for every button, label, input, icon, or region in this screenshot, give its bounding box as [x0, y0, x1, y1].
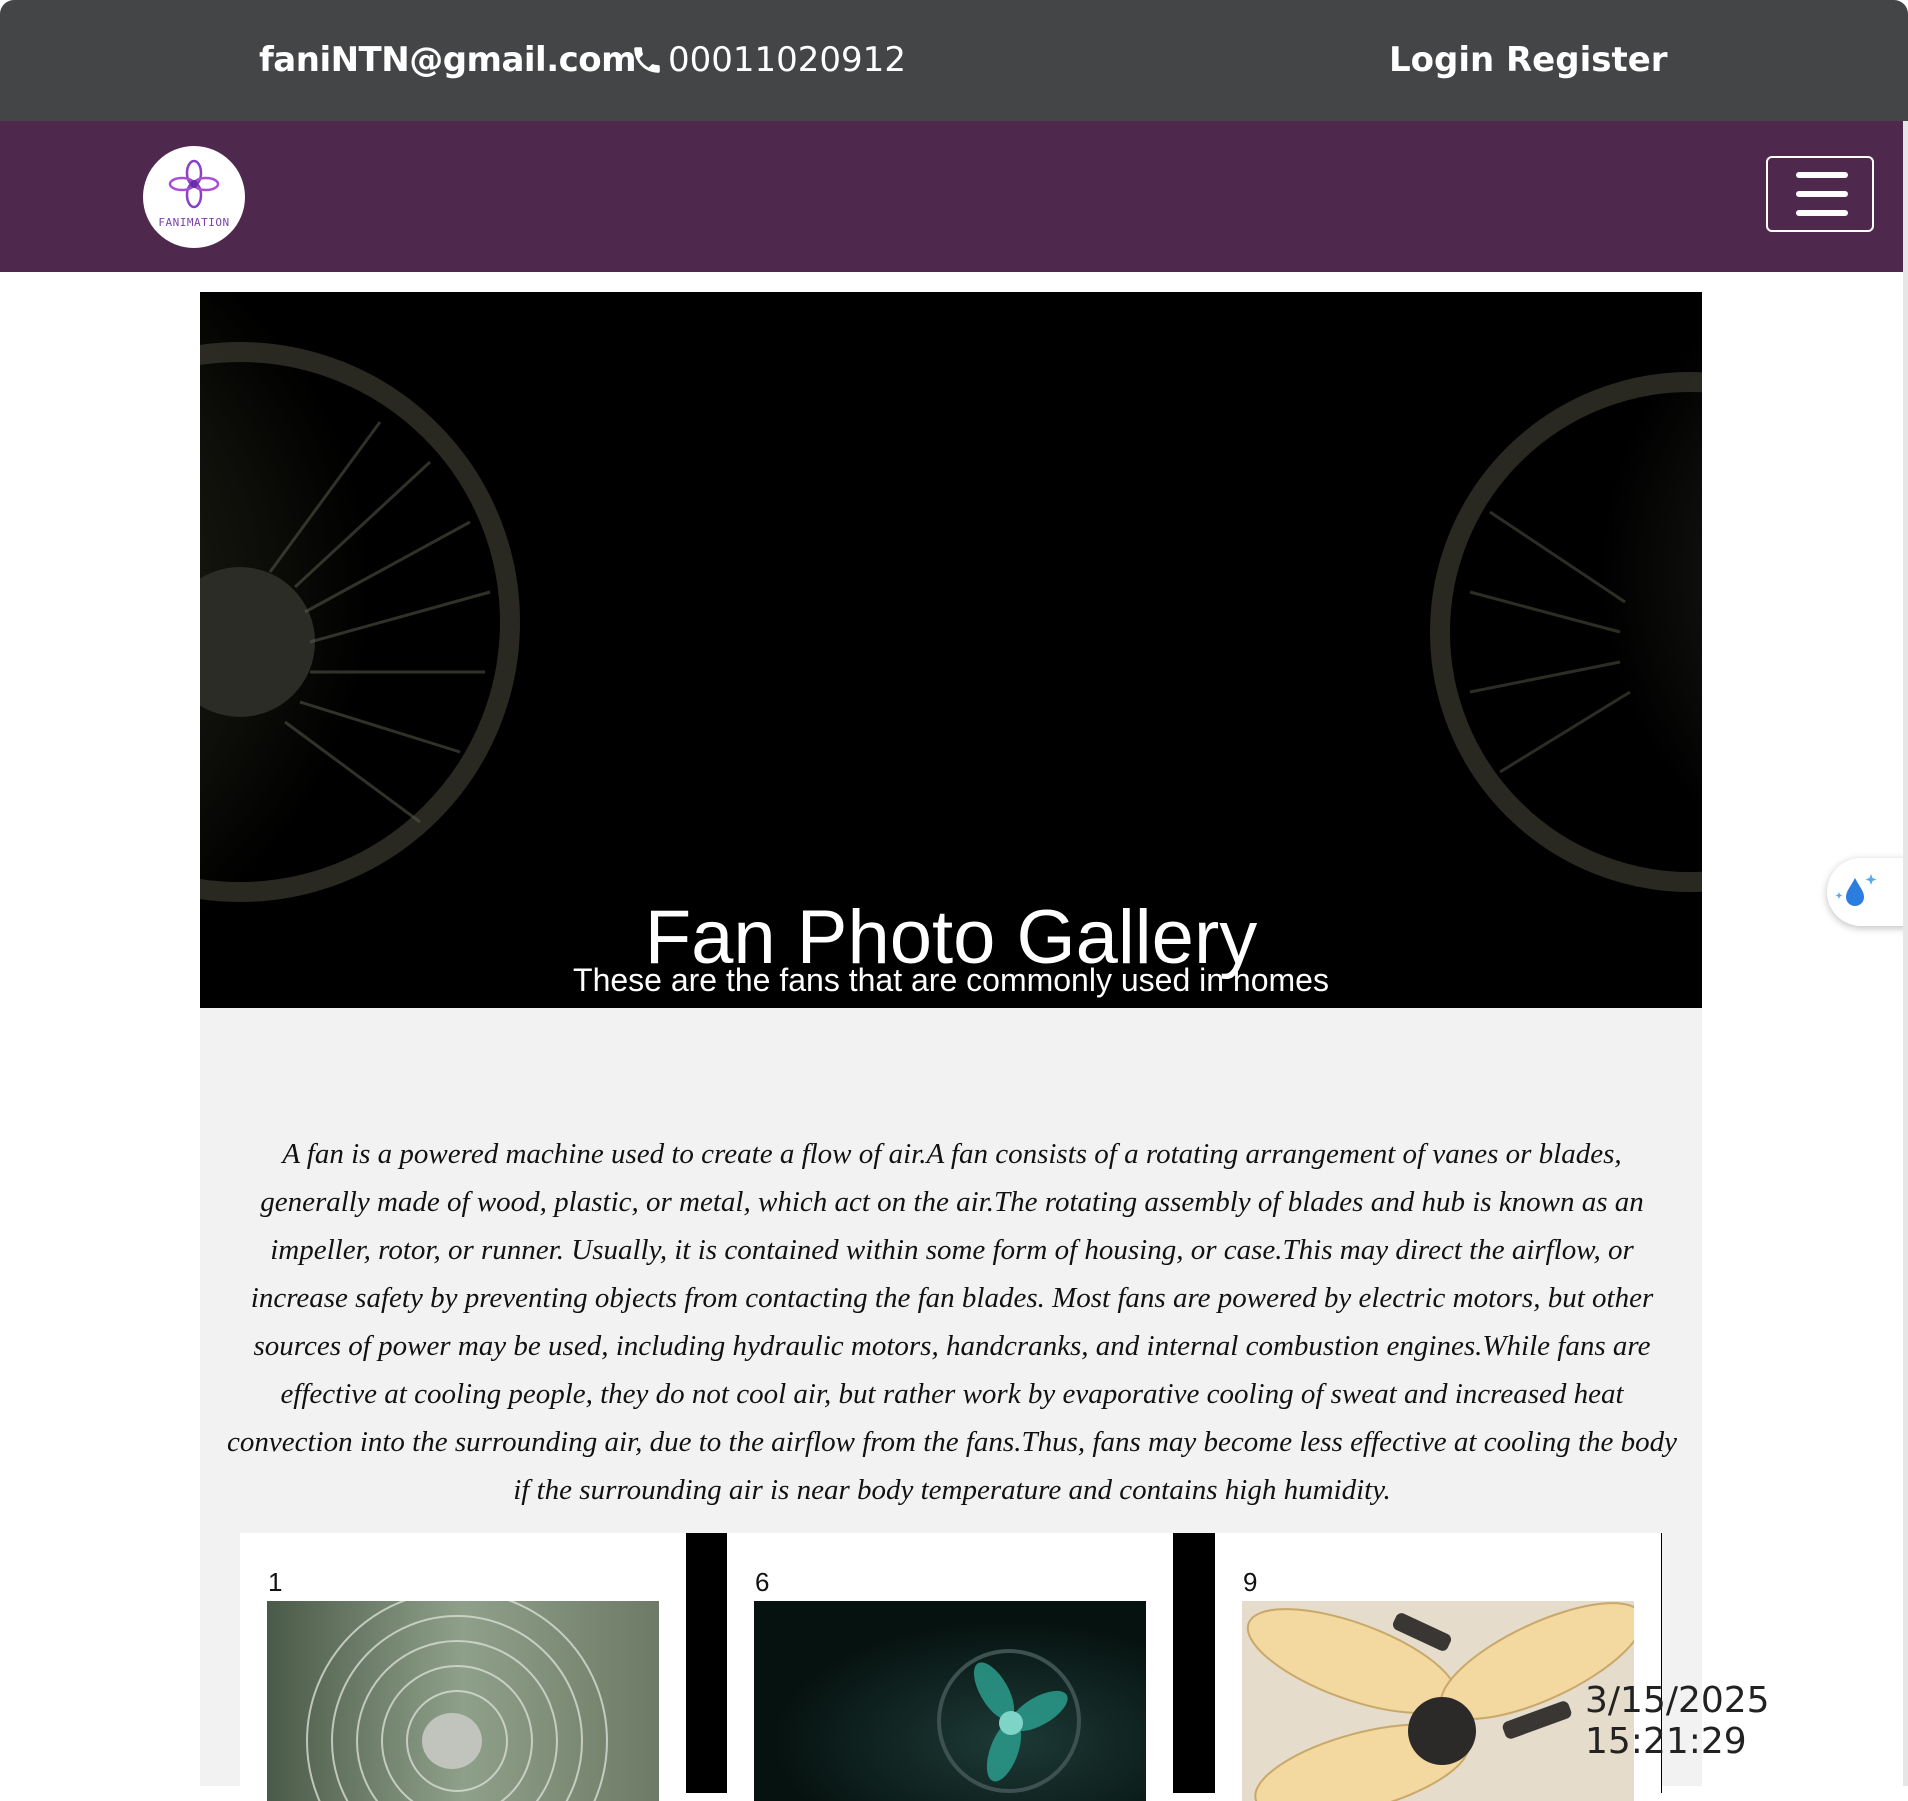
phone-number: 00011020912	[668, 40, 906, 80]
floating-action-button[interactable]	[1827, 858, 1908, 926]
ceiling-fan-photo[interactable]	[1242, 1601, 1634, 1801]
gallery-card[interactable]: 1	[240, 1533, 686, 1801]
scrollbar[interactable]	[1903, 121, 1908, 1786]
card-number: 6	[755, 1567, 770, 1597]
teal-table-fan-photo[interactable]	[754, 1601, 1146, 1801]
timestamp-overlay: 3/15/2025 15:21:29	[1585, 1680, 1770, 1762]
login-link[interactable]: Login	[1389, 40, 1494, 80]
fan-description: A fan is a powered machine used to creat…	[226, 1138, 1678, 1506]
menu-toggle-button[interactable]	[1766, 156, 1874, 232]
gallery-cards: 1 6 9	[240, 1533, 1662, 1801]
card-number: 1	[268, 1567, 283, 1597]
water-drop-sparkle-icon	[1835, 874, 1877, 906]
contact-phone: 00011020912	[630, 40, 906, 80]
hero-subtitle: These are the fans that are commonly use…	[573, 962, 1329, 998]
contact-email: faniNTN@gmail.com	[259, 40, 637, 80]
metal-desk-fan-photo[interactable]	[267, 1601, 659, 1801]
phone-icon	[634, 47, 660, 73]
hamburger-icon	[1796, 172, 1848, 178]
hero-banner: Fan Photo Gallery These are the fans tha…	[200, 292, 1702, 1008]
gallery-card[interactable]: 6	[727, 1533, 1173, 1801]
brand-logo[interactable]: FANIMATION	[143, 146, 245, 248]
main-navbar: FANIMATION	[0, 121, 1903, 272]
gallery-section: A fan is a powered machine used to creat…	[200, 1008, 1702, 1801]
register-link[interactable]: Register	[1506, 40, 1668, 80]
logo-text: FANIMATION	[158, 216, 230, 229]
card-number: 9	[1243, 1567, 1258, 1597]
fan-logo-icon	[168, 159, 220, 209]
top-contact-bar: faniNTN@gmail.com 00011020912 Login Regi…	[0, 0, 1908, 121]
